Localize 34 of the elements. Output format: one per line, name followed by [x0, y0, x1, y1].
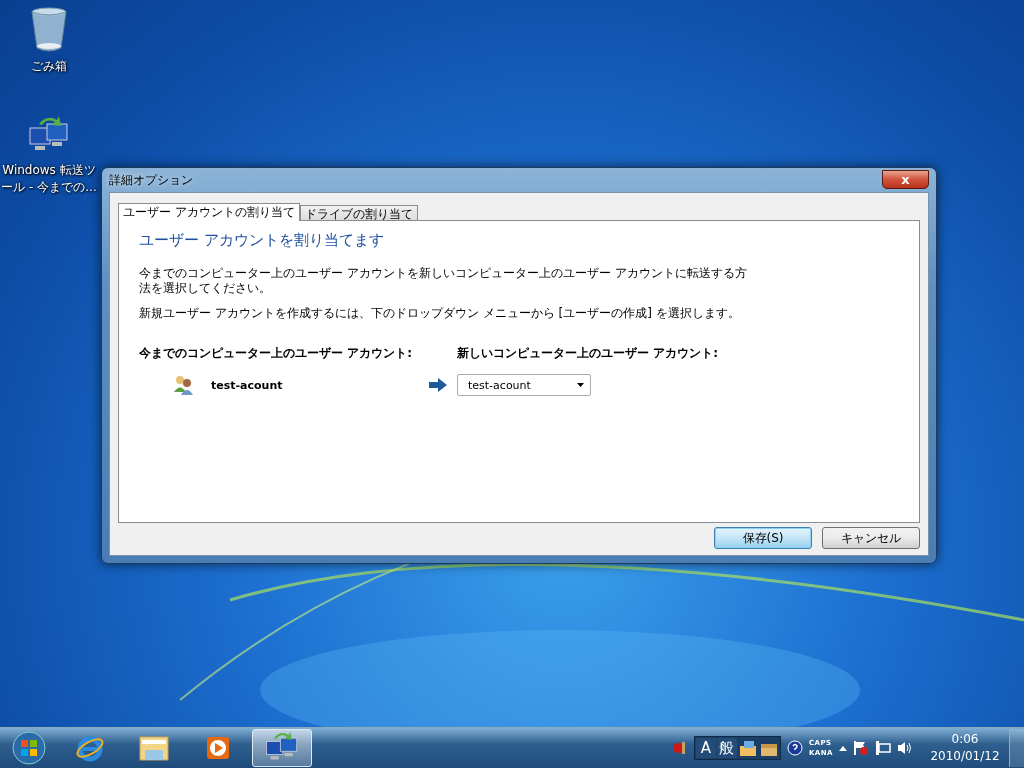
folder-icon — [138, 734, 170, 762]
show-desktop-button[interactable] — [1009, 729, 1024, 767]
desktop-icon-label[interactable]: Windows 転送ツール - 今までの... — [0, 162, 101, 196]
dropdown-caret-icon — [577, 383, 584, 387]
users-icon — [173, 375, 195, 395]
tab[interactable]: ユーザー アカウントの割り当て — [118, 203, 300, 221]
column-label: 新しいコンピューター上のユーザー アカウント: — [457, 345, 719, 362]
tab[interactable]: ドライブの割り当て — [299, 205, 418, 220]
desktop-icon-label[interactable]: ごみ箱 — [31, 58, 67, 75]
instruction-text: 今までのコンピューター上のユーザー アカウントを新しいコンピューター上のユーザー アカウントに転送する方法を選択してください。 — [139, 266, 748, 296]
column-label: 今までのコンピューター上のユーザー アカウント: — [139, 345, 413, 362]
account-name: test-acount — [211, 378, 283, 392]
taskbar-button[interactable] — [252, 729, 312, 767]
media-player-icon — [204, 734, 232, 762]
ime-pad-icon[interactable] — [737, 738, 758, 758]
speaker-icon[interactable] — [897, 740, 913, 756]
help-icon[interactable] — [786, 740, 803, 756]
right-arrow-icon — [429, 378, 447, 392]
ime-mode-button[interactable]: A — [695, 738, 716, 758]
start-orb-icon — [12, 731, 46, 765]
up-caret-icon[interactable] — [839, 745, 847, 751]
recycle-bin-icon — [29, 6, 69, 54]
pin-icon — [671, 740, 688, 756]
window-title: 詳細オプション — [109, 171, 193, 189]
account-dropdown[interactable]: test-acount — [457, 374, 591, 396]
section-heading: ユーザー アカウントを割り当てます — [139, 231, 385, 250]
instruction-text: 新規ユーザー アカウントを作成するには、下のドロップダウン メニューから [ユーザーの作成] を選択します。 — [139, 306, 741, 321]
close-button[interactable]: x — [882, 169, 929, 189]
dialog-button[interactable]: 保存(S) — [714, 527, 812, 549]
network-icon[interactable] — [875, 740, 891, 756]
dialog-button[interactable]: キャンセル — [822, 527, 920, 549]
flag-icon[interactable] — [853, 740, 869, 756]
ime-input-button[interactable]: 般 — [716, 738, 737, 758]
clock[interactable]: 0:06 2010/01/12 — [927, 731, 1003, 765]
